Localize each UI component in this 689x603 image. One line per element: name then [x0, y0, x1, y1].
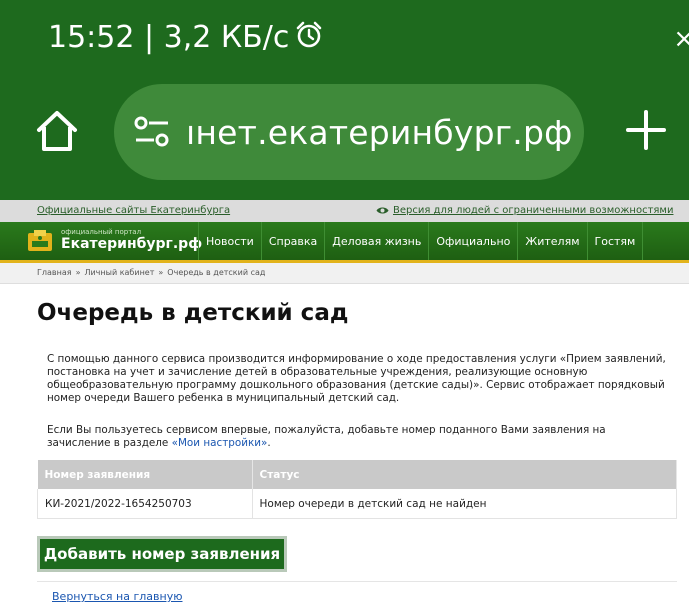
table-header-row: Номер заявления Статус	[37, 460, 677, 489]
service-description: С помощью данного сервиса производится и…	[47, 353, 666, 404]
first-use-end: .	[267, 437, 271, 449]
first-use-text: Если Вы пользуетесь сервисом впервые, по…	[47, 424, 606, 449]
main-nav: Новости Справка Деловая жизнь Официально…	[198, 222, 644, 260]
my-settings-link[interactable]: «Мои настройки»	[172, 437, 268, 449]
alarm-clock-icon	[295, 21, 323, 57]
divider	[37, 581, 677, 582]
nav-item-guests[interactable]: Гостям	[586, 222, 644, 260]
close-icon[interactable]: ×	[673, 24, 689, 54]
breadcrumb-cabinet[interactable]: Личный кабинет	[84, 268, 154, 277]
logo-name[interactable]: Екатеринбург.рф	[61, 236, 202, 252]
nav-item-official[interactable]: Официально	[428, 222, 517, 260]
header-status: Статус	[252, 460, 677, 489]
page-title: Очередь в детский сад	[37, 300, 349, 326]
city-coat-of-arms-icon[interactable]	[26, 229, 54, 253]
status-bar-time: 15:52 | 3,2 КБ/с	[48, 20, 323, 57]
applications-table: Номер заявления Статус КИ-2021/2022-1654…	[37, 460, 677, 519]
application-number-cell: КИ-2021/2022-1654250703	[37, 489, 253, 519]
table-row: КИ-2021/2022-1654250703 Номер очереди в …	[37, 489, 677, 519]
breadcrumb-separator: »	[75, 268, 81, 277]
nav-item-news[interactable]: Новости	[198, 222, 261, 260]
first-use-note: Если Вы пользуетесь сервисом впервые, по…	[47, 424, 667, 450]
breadcrumb: Главная» Личный кабинет» Очередь в детский…	[0, 263, 689, 284]
home-icon[interactable]	[34, 108, 80, 154]
official-sites-link[interactable]: Официальные сайты Екатеринбурга	[37, 205, 230, 216]
url-bar[interactable]: ıнет.екатеринбург.рф	[114, 84, 584, 180]
browser-chrome: 15:52 | 3,2 КБ/с × ıнет.екатеринбург.рф	[0, 0, 689, 200]
url-text: ıнет.екатеринбург.рф	[186, 112, 573, 152]
logo-subtitle: официальный портал	[61, 228, 142, 236]
header-application-number: Номер заявления	[37, 460, 253, 489]
breadcrumb-current: Очередь в детский сад	[167, 268, 266, 277]
back-to-home-link[interactable]: Вернуться на главную	[52, 590, 182, 603]
add-application-button[interactable]: Добавить номер заявления	[37, 536, 287, 572]
accessibility-version-text: Версия для людей с ограниченными возможн…	[393, 205, 674, 216]
page-settings-icon[interactable]	[132, 114, 172, 150]
nav-item-residents[interactable]: Жителям	[517, 222, 586, 260]
plus-icon[interactable]	[624, 108, 668, 152]
nav-item-business[interactable]: Деловая жизнь	[324, 222, 428, 260]
breadcrumb-separator: »	[158, 268, 164, 277]
accessibility-version-link[interactable]: Версия для людей с ограниченными возможн…	[376, 205, 673, 218]
nav-item-help[interactable]: Справка	[260, 222, 324, 260]
breadcrumb-home[interactable]: Главная	[37, 268, 72, 277]
site-header: официальный портал Екатеринбург.рф Новос…	[0, 222, 689, 263]
site-topbar: Официальные сайты Екатеринбурга Версия д…	[0, 200, 689, 222]
status-cell: Номер очереди в детский сад не найден	[252, 489, 677, 519]
status-time-text: 15:52 | 3,2 КБ/с	[48, 20, 290, 55]
eye-icon	[376, 206, 389, 218]
